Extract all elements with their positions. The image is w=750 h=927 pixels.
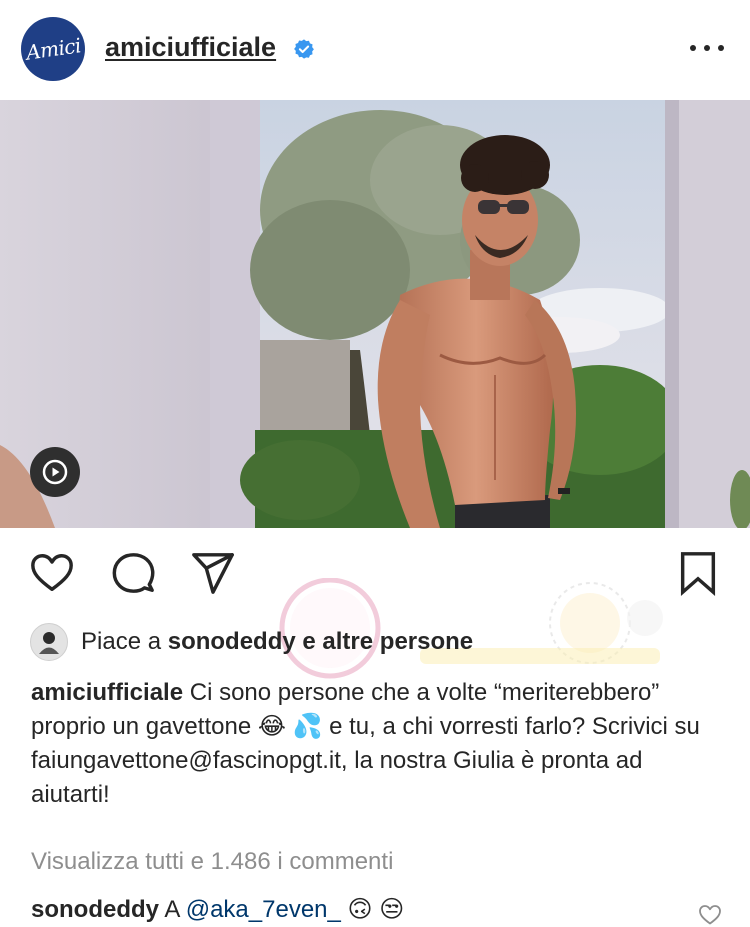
likes-suffix: e altre persone — [295, 628, 474, 655]
comment-username[interactable]: sonodeddy — [31, 896, 159, 923]
view-all-comments-link[interactable]: Visualizza tutti e 1.486 i commenti — [31, 848, 393, 876]
comment-text: A — [159, 896, 186, 923]
post-media-video[interactable] — [0, 100, 750, 528]
likes-user[interactable]: sonodeddy — [168, 628, 296, 655]
profile-avatar[interactable]: Amici — [21, 17, 85, 81]
comment-emoji-unamused: 😒 — [379, 896, 405, 923]
verified-badge-icon — [294, 39, 314, 59]
more-options-icon[interactable] — [690, 42, 724, 54]
comment-item: sonodeddy A @aka_7even_ 🙃 😒 — [31, 895, 404, 924]
comment-emoji-upside-down: 🙃 — [347, 896, 373, 923]
caption-emoji-laugh: 😂 — [257, 713, 286, 740]
profile-username[interactable]: amiciufficiale — [105, 32, 276, 63]
comment-bubble-icon[interactable] — [110, 550, 156, 596]
liker-avatar[interactable] — [30, 623, 68, 661]
video-frame-illustration — [0, 100, 750, 528]
bookmark-icon[interactable] — [675, 550, 721, 596]
post-header: Amici amiciufficiale — [0, 0, 750, 100]
avatar-logo-text: Amici — [24, 33, 82, 65]
caption-username[interactable]: amiciufficiale — [31, 679, 183, 706]
heart-outline-icon[interactable] — [29, 550, 75, 596]
likes-text: Piace a sonodeddy e altre persone — [81, 628, 473, 656]
play-button[interactable] — [30, 447, 80, 497]
post-caption: amiciufficiale Ci sono persone che a vol… — [31, 676, 711, 812]
comment-mention[interactable]: @aka_7even_ — [186, 896, 341, 923]
comment-like-heart-icon[interactable] — [697, 903, 723, 927]
send-paper-plane-icon[interactable] — [190, 550, 236, 596]
caption-emoji-drops: 💦 — [292, 713, 323, 740]
post-action-bar — [0, 528, 750, 628]
likes-prefix: Piace a — [81, 628, 168, 655]
person-avatar-icon — [39, 632, 59, 654]
likes-summary[interactable]: Piace a sonodeddy e altre persone — [30, 622, 473, 662]
play-icon — [42, 459, 68, 485]
